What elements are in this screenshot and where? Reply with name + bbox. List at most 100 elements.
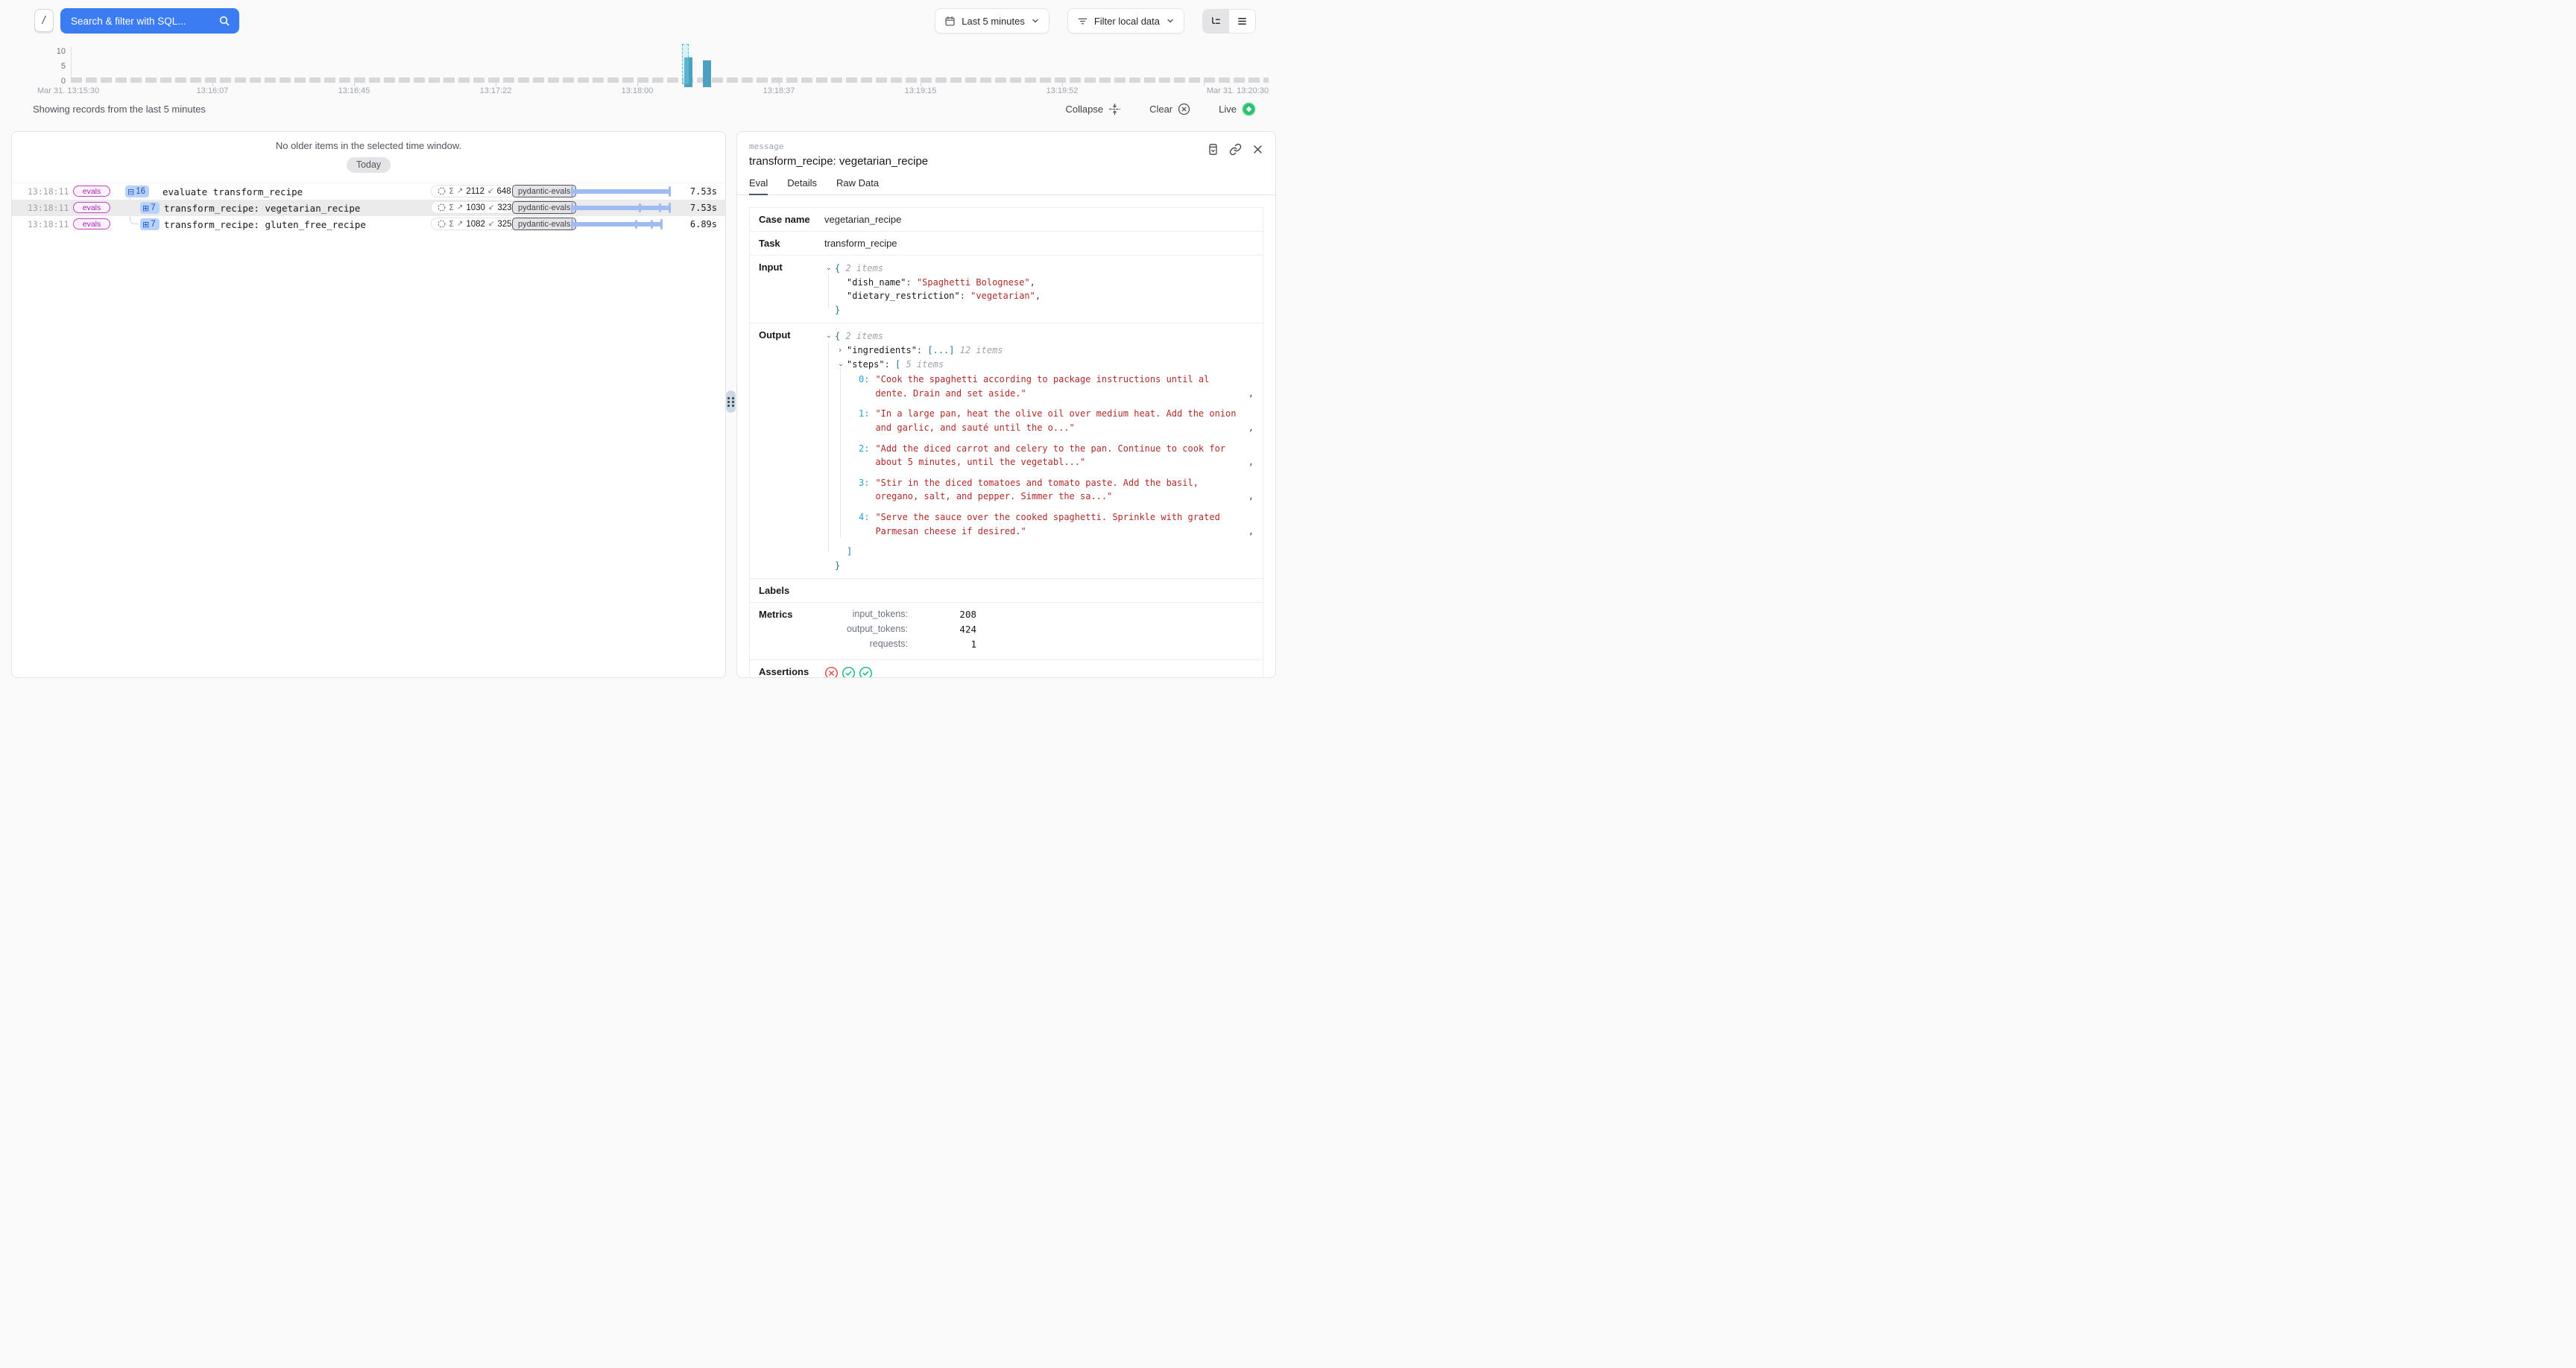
- empty-notice: No older items in the selected time wind…: [12, 140, 725, 151]
- array-index[interactable]: 4:: [859, 510, 869, 538]
- filter-local-data-button[interactable]: Filter local data: [1067, 8, 1184, 34]
- input-tokens-count: 1030: [466, 203, 485, 212]
- json-line: ›{ 2 items: [824, 262, 1254, 276]
- json-string-value: "Serve the sauce over the cooked spaghet…: [875, 510, 1242, 538]
- json-string-value: "In a large pan, heat the olive oil over…: [875, 407, 1242, 434]
- span-duration: 7.53s: [690, 186, 717, 197]
- slash-shortcut-key[interactable]: /: [34, 9, 54, 32]
- y-axis-tick-label: 5: [43, 62, 66, 71]
- case-name-label: Case name: [759, 214, 824, 225]
- expand-node-icon: ⊞: [142, 221, 149, 229]
- array-index[interactable]: 1:: [859, 407, 869, 434]
- span-count-badge[interactable]: ⊟16: [125, 186, 149, 197]
- task-row: Task transform_recipe: [750, 232, 1263, 256]
- input-tokens-count: 1082: [466, 220, 485, 229]
- output-tokens-count: 323: [497, 203, 511, 212]
- close-icon[interactable]: [1251, 143, 1264, 156]
- live-indicator-icon: [1242, 102, 1256, 116]
- filter-icon: [1077, 16, 1088, 27]
- tab-raw-data[interactable]: Raw Data: [836, 177, 879, 194]
- service-tag: evals: [73, 186, 110, 197]
- assertion-pass-icon: [859, 666, 873, 678]
- timeline-plot[interactable]: [71, 47, 1271, 81]
- x-axis-tick-label: 13:16:45: [338, 86, 370, 95]
- case-name-value: vegetarian_recipe: [824, 214, 1254, 225]
- labels-row: Labels: [750, 579, 1263, 603]
- x-axis-tickmark: [354, 83, 355, 86]
- json-line: 4:"Serve the sauce over the cooked spagh…: [824, 510, 1254, 538]
- detail-table: Case name vegetarian_recipe Task transfo…: [749, 207, 1263, 678]
- collapse-node-icon: ⊟: [127, 188, 134, 196]
- output-tokens-count: 325: [497, 220, 511, 229]
- date-pill[interactable]: Today: [347, 157, 391, 173]
- array-index[interactable]: 2:: [859, 442, 869, 469]
- package-tag: pydantic-evals: [512, 201, 576, 214]
- x-axis-tickmark: [1062, 83, 1063, 86]
- case-name-row: Case name vegetarian_recipe: [750, 208, 1263, 232]
- list-view-button[interactable]: [1229, 10, 1255, 33]
- array-index[interactable]: 0:: [859, 373, 869, 400]
- trace-row[interactable]: 13:18:11evals⊟16evaluate transform_recip…: [12, 183, 725, 200]
- expand-node-icon: ⊞: [142, 204, 149, 212]
- span-name[interactable]: transform_recipe: gluten_free_recipe: [164, 219, 366, 230]
- input-tokens-icon: ↗: [457, 187, 463, 195]
- tab-eval[interactable]: Eval: [749, 177, 768, 194]
- x-axis-tick-label: Mar 31. 13:15:30: [37, 86, 99, 95]
- json-string-value: "Add the diced carrot and celery to the …: [875, 442, 1242, 469]
- detail-header: message transform_recipe: vegetarian_rec…: [737, 132, 1275, 168]
- collapse-label: Collapse: [1065, 104, 1103, 115]
- labels-label: Labels: [759, 585, 824, 596]
- span-duration-bar: [571, 183, 671, 200]
- trace-row[interactable]: 13:18:11evals⊞7transform_recipe: gluten_…: [12, 216, 725, 232]
- expand-caret-icon[interactable]: ›: [836, 345, 844, 357]
- span-count-badge[interactable]: ⊞7: [140, 202, 160, 214]
- sum-icon: Σ: [449, 186, 454, 196]
- trace-row[interactable]: 13:18:11evals⊞7transform_recipe: vegetar…: [12, 200, 725, 216]
- tab-details[interactable]: Details: [787, 177, 817, 194]
- assertions-label: Assertions: [759, 666, 824, 678]
- metrics-label: Metrics: [759, 609, 824, 653]
- json-line: }: [824, 559, 1254, 573]
- x-axis-tick-label: 13:19:52: [1046, 86, 1079, 95]
- span-count-badge[interactable]: ⊞7: [140, 218, 160, 230]
- calendar-icon: [944, 16, 956, 27]
- status-row: Showing records from the last 5 minutes …: [33, 100, 1256, 118]
- trace-list-panel: No older items in the selected time wind…: [11, 131, 726, 678]
- collapse-caret-icon[interactable]: ›: [822, 265, 834, 273]
- time-range-button[interactable]: Last 5 minutes: [935, 8, 1049, 34]
- output-tokens-icon: ↙: [488, 203, 494, 212]
- json-line: "dietary_restriction": "vegetarian",: [824, 289, 1254, 303]
- timeline-record-bar[interactable]: [703, 60, 711, 87]
- task-label: Task: [759, 238, 824, 249]
- package-tag: pydantic-evals: [512, 185, 576, 197]
- span-name[interactable]: transform_recipe: vegetarian_recipe: [164, 203, 360, 214]
- token-usage-badge: Σ↗1030↙323: [431, 201, 519, 214]
- copy-link-icon[interactable]: [1229, 143, 1242, 156]
- x-axis-tick-label: 13:19:15: [905, 86, 937, 95]
- trailing-comma: ,: [1243, 490, 1254, 504]
- output-tokens-count: 648: [496, 187, 511, 196]
- tree-view-button[interactable]: [1203, 10, 1229, 33]
- metric-value: 208: [908, 609, 976, 620]
- collapse-caret-icon[interactable]: ›: [834, 361, 846, 368]
- span-name[interactable]: evaluate transform_recipe: [162, 186, 303, 197]
- time-range-label: Last 5 minutes: [962, 16, 1025, 27]
- dock-panel-icon[interactable]: [1207, 143, 1219, 156]
- chevron-down-icon: [1031, 16, 1040, 25]
- search-input[interactable]: Search & filter with SQL...: [60, 8, 239, 34]
- package-tag: pydantic-evals: [512, 218, 576, 230]
- trace-rows: 13:18:11 evals ⊟16 evaluate transform_recip…: [12, 183, 725, 232]
- assertions-row: Assertions: [750, 660, 1263, 678]
- metric-value: 1: [908, 639, 976, 650]
- clear-button[interactable]: Clear: [1149, 103, 1190, 115]
- array-index[interactable]: 3:: [859, 476, 869, 504]
- row-timestamp: 13:18:11: [28, 203, 69, 213]
- collapse-button[interactable]: Collapse: [1065, 103, 1121, 115]
- panel-resize-handle[interactable]: [726, 390, 736, 413]
- collapse-icon: [1108, 103, 1121, 115]
- collapse-caret-icon[interactable]: ›: [822, 333, 834, 341]
- live-toggle[interactable]: Live: [1219, 102, 1256, 116]
- trailing-comma: ,: [1243, 387, 1254, 401]
- list-view-icon: [1237, 16, 1248, 27]
- x-axis-tick-label: 13:18:37: [763, 86, 795, 95]
